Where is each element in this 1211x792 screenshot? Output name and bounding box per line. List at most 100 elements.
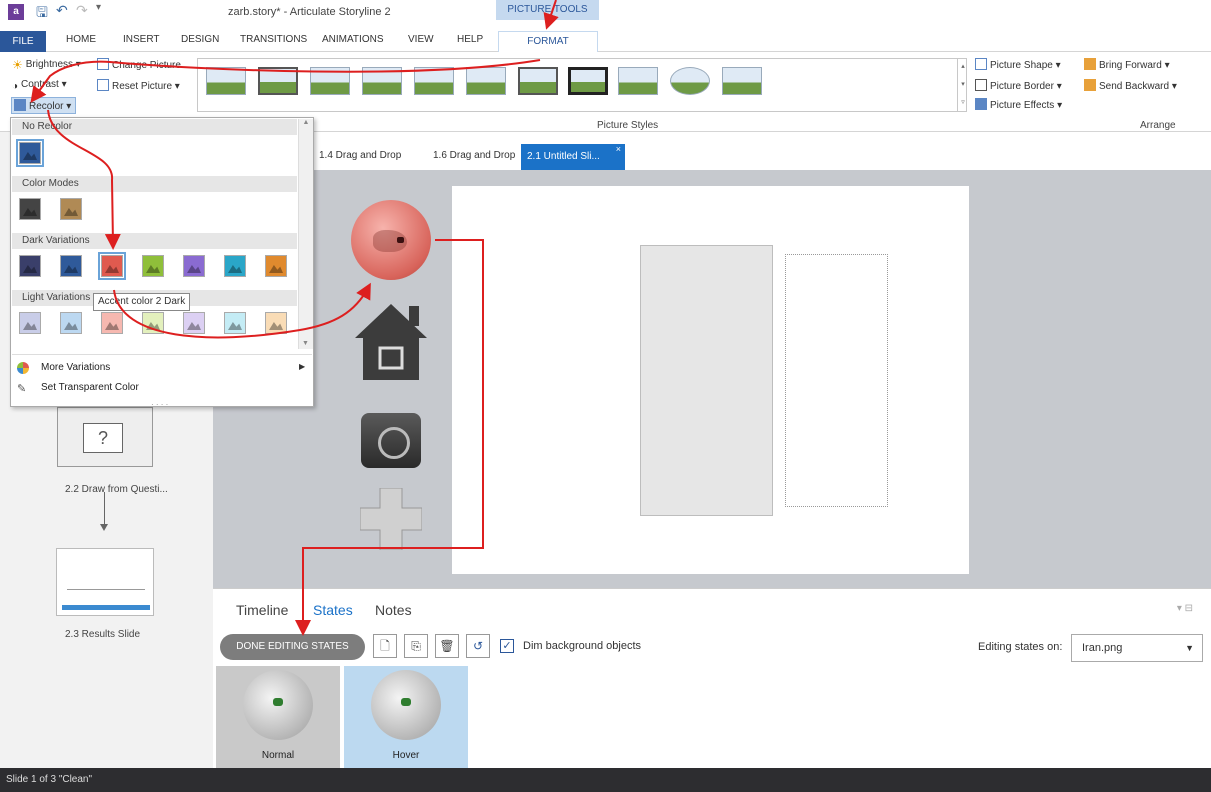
tab-animations[interactable]: ANIMATIONS — [322, 34, 383, 45]
app-icon[interactable]: a — [8, 4, 24, 20]
picture-style-thumb[interactable] — [310, 67, 350, 95]
picture-shape-label: Picture Shape — [990, 60, 1053, 71]
recolor-button[interactable]: Recolor ▾ — [11, 97, 77, 114]
drag-target-rectangle[interactable] — [640, 245, 773, 516]
redo-icon[interactable]: ↷ — [76, 2, 88, 19]
bring-forward-icon — [1084, 58, 1096, 70]
close-icon[interactable]: × — [616, 136, 621, 162]
picture-style-thumb[interactable] — [670, 67, 710, 95]
recolor-swatch[interactable] — [183, 312, 205, 334]
picture-style-thumb[interactable] — [618, 67, 658, 95]
tab-home[interactable]: HOME — [66, 34, 96, 45]
change-picture-button[interactable]: Change Picture — [97, 58, 181, 71]
tab-file[interactable]: FILE — [0, 31, 46, 52]
delete-state-icon[interactable]: 🗑 — [435, 634, 459, 658]
power-icon[interactable] — [361, 413, 421, 468]
bring-forward-button[interactable]: Bring Forward ▾ — [1084, 58, 1170, 71]
resize-grip[interactable]: · · · · — [151, 400, 168, 409]
recolor-scrollbar[interactable]: ▲ ▼ — [298, 119, 313, 349]
recolor-swatch[interactable] — [142, 255, 164, 277]
tab-transitions[interactable]: TRANSITIONS — [240, 34, 307, 45]
tab-notes[interactable]: Notes — [375, 602, 412, 618]
tab-view[interactable]: VIEW — [408, 34, 434, 45]
tab-format[interactable]: FORMAT — [498, 31, 598, 52]
tab-help[interactable]: HELP — [457, 34, 483, 45]
slide-tab-1-6[interactable]: 1.6 Drag and Drop — [433, 150, 515, 161]
editing-states-label: Editing states on: — [978, 641, 1063, 653]
panel-options-icon[interactable]: ▾ ⊟ — [1177, 603, 1193, 614]
picture-style-thumb[interactable] — [568, 67, 608, 95]
state-normal[interactable]: Normal — [216, 666, 340, 768]
recolor-swatch[interactable] — [60, 255, 82, 277]
slide-thumb-2-3[interactable] — [56, 548, 154, 616]
picture-effects-button[interactable]: Picture Effects ▾ — [975, 98, 1062, 111]
state-label-normal: Normal — [261, 750, 295, 761]
save-icon[interactable]: 🖫 — [36, 2, 48, 26]
tab-design[interactable]: DESIGN — [181, 34, 219, 45]
dim-background-label: Dim background objects — [523, 640, 642, 652]
picture-border-button[interactable]: Picture Border ▾ — [975, 79, 1062, 92]
recolor-swatch[interactable] — [60, 312, 82, 334]
brightness-button[interactable]: ☀ Brightness ▾ — [12, 58, 81, 72]
picture-effects-label: Picture Effects — [990, 100, 1055, 111]
recolor-swatch[interactable] — [19, 198, 41, 220]
tab-insert[interactable]: INSERT — [123, 34, 160, 45]
reset-picture-icon — [97, 79, 109, 91]
new-state-icon[interactable]: 🗋 — [373, 634, 397, 658]
state-hover[interactable]: Hover — [344, 666, 468, 768]
slide-thumb-2-2[interactable]: ? — [57, 407, 153, 467]
picture-style-thumb[interactable] — [362, 67, 402, 95]
picture-shape-icon — [975, 58, 987, 70]
editing-states-value: Iran.png — [1082, 642, 1123, 654]
reset-picture-button[interactable]: Reset Picture ▾ — [97, 79, 180, 92]
send-backward-button[interactable]: Send Backward ▾ — [1084, 79, 1177, 92]
recolor-swatch[interactable] — [224, 312, 246, 334]
slide-tab-1-4[interactable]: 1.4 Drag and Drop — [319, 150, 401, 161]
picture-shape-button[interactable]: Picture Shape ▾ — [975, 58, 1061, 71]
picture-style-thumb[interactable] — [722, 67, 762, 95]
recolor-swatch[interactable] — [183, 255, 205, 277]
done-editing-states-button[interactable]: DONE EDITING STATES — [220, 634, 365, 660]
picture-style-thumb[interactable] — [466, 67, 506, 95]
picture-style-thumb[interactable] — [258, 67, 298, 95]
flow-arrow-head — [100, 524, 108, 531]
picture-style-thumb[interactable] — [518, 67, 558, 95]
window-title: zarb.story* - Articulate Storyline 2 — [228, 6, 391, 18]
no-recolor-swatch[interactable] — [16, 139, 44, 167]
recolor-swatch[interactable] — [101, 312, 123, 334]
change-picture-icon — [97, 58, 109, 70]
recolor-swatch[interactable] — [265, 255, 287, 277]
flow-arrow — [104, 492, 105, 528]
undo-icon[interactable]: ↶ — [56, 2, 68, 19]
globe-recolored-icon[interactable] — [351, 200, 431, 280]
drop-zone-rectangle[interactable] — [785, 254, 888, 507]
editing-states-select[interactable]: Iran.png ▼ — [1071, 634, 1203, 662]
dim-background-checkbox[interactable]: ✓ — [500, 639, 514, 653]
status-bar: Slide 1 of 3 "Clean" — [0, 768, 1211, 792]
recolor-swatch[interactable] — [142, 312, 164, 334]
more-variations-item[interactable]: More Variations — [41, 362, 110, 373]
recolor-swatch[interactable] — [98, 252, 126, 280]
reset-state-icon[interactable]: ↺ — [466, 634, 490, 658]
contrast-button[interactable]: ◑ Contrast ▾ — [12, 79, 67, 93]
tab-timeline[interactable]: Timeline — [236, 602, 288, 618]
gallery-scroll[interactable]: ▴ ▾ ▿ — [957, 58, 968, 112]
customize-qat-icon[interactable]: ▾ — [96, 2, 101, 13]
country-mark — [401, 698, 411, 706]
recolor-swatch[interactable] — [19, 312, 41, 334]
plus-icon[interactable] — [359, 487, 423, 551]
tab-states[interactable]: States — [313, 602, 353, 618]
picture-styles-group-label: Picture Styles — [597, 120, 659, 131]
picture-style-thumb[interactable] — [414, 67, 454, 95]
picture-style-thumb[interactable] — [206, 67, 246, 95]
set-transparent-item[interactable]: Set Transparent Color — [41, 382, 139, 393]
picture-effects-icon — [975, 98, 987, 110]
home-icon[interactable] — [351, 300, 431, 382]
recolor-swatch[interactable] — [60, 198, 82, 220]
slide-tab-2-1[interactable]: 2.1 Untitled Sli... × — [521, 144, 625, 170]
recolor-swatch[interactable] — [265, 312, 287, 334]
duplicate-state-icon[interactable]: ⎘ — [404, 634, 428, 658]
recolor-swatch[interactable] — [19, 255, 41, 277]
recolor-swatch[interactable] — [224, 255, 246, 277]
send-backward-label: Send Backward — [1099, 81, 1170, 92]
